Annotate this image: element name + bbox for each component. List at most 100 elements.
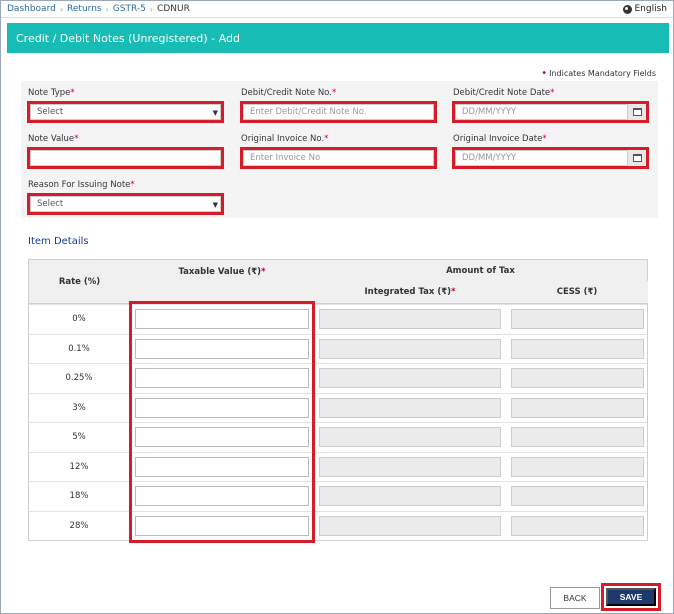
calendar-icon (632, 108, 642, 116)
back-button[interactable]: BACK (550, 587, 600, 609)
taxable-value-input[interactable] (135, 309, 309, 329)
table-row: 28% (29, 510, 647, 540)
globe-icon (622, 4, 632, 14)
reason-value: Select (37, 199, 64, 209)
required-asterisk: * (70, 88, 75, 98)
required-asterisk: * (542, 134, 547, 144)
note-type-value: Select (37, 107, 64, 117)
taxable-value-input[interactable] (135, 397, 309, 418)
cess-input (511, 456, 644, 477)
item-details-title: Item Details (28, 236, 89, 247)
breadcrumb-dashboard[interactable]: Dashboard (7, 4, 56, 14)
orig-invoice-date-input[interactable]: DD/MM/YYYY (452, 147, 649, 169)
taxable-value-input[interactable] (135, 456, 309, 477)
breadcrumb-returns[interactable]: Returns (67, 4, 102, 14)
taxable-value-input[interactable] (135, 338, 309, 359)
reason-select[interactable]: Select ▼ (27, 193, 224, 215)
integrated-tax-input (319, 309, 501, 329)
cess-input (511, 338, 644, 359)
cess-input (511, 368, 644, 388)
breadcrumb-gstr5[interactable]: GSTR-5 (113, 4, 146, 14)
integrated-tax-input (319, 397, 501, 418)
cess-input (511, 515, 644, 536)
language-selector[interactable]: English (622, 4, 668, 14)
note-value-input[interactable] (27, 147, 224, 169)
rate-cell: 12% (29, 452, 130, 481)
note-no-label: Debit/Credit Note No.* (241, 88, 336, 98)
note-value-label: Note Value* (28, 134, 78, 144)
breadcrumb-separator: › (105, 4, 109, 14)
required-asterisk: * (324, 134, 329, 144)
note-form: Note Type* Select ▼ Debit/Credit Note No… (21, 81, 658, 218)
header-taxable-value: Taxable Value (₹) * (130, 260, 315, 304)
chevron-down-icon: ▼ (212, 109, 218, 117)
note-date-input[interactable]: DD/MM/YYYY (452, 101, 649, 123)
table-row: 18% (29, 481, 647, 511)
required-asterisk: * (451, 287, 456, 297)
rate-cell: 28% (29, 511, 130, 540)
orig-invoice-no-placeholder: Enter Invoice No (250, 153, 321, 163)
top-bar: Dashboard › Returns › GSTR-5 › CDNUR Eng… (1, 1, 673, 18)
breadcrumb-separator: › (149, 4, 154, 14)
integrated-tax-input (319, 427, 501, 447)
orig-invoice-no-input[interactable]: Enter Invoice No (240, 147, 437, 169)
page-title-bar: Credit / Debit Notes (Unregistered) - Ad… (7, 23, 669, 53)
save-button[interactable]: SAVE (606, 588, 656, 606)
integrated-tax-input (319, 486, 501, 506)
cess-input (511, 427, 644, 447)
table-row: 0.25% (29, 363, 647, 393)
required-asterisk: * (331, 88, 337, 98)
note-no-input[interactable]: Enter Debit/Credit Note No. (240, 101, 437, 123)
integrated-tax-input (319, 368, 501, 388)
required-asterisk: * (550, 88, 555, 98)
table-row: 3% (29, 392, 647, 422)
cess-input (511, 309, 644, 329)
integrated-tax-input (319, 515, 501, 536)
header-cess: CESS (₹) (506, 281, 648, 304)
rate-cell: 18% (29, 482, 130, 511)
note-no-placeholder: Enter Debit/Credit Note No. (250, 107, 367, 117)
cess-input (511, 486, 644, 506)
taxable-value-input[interactable] (135, 427, 309, 447)
header-integrated-tax-text: Integrated Tax (₹) (364, 287, 452, 297)
page-title: Credit / Debit Notes (Unregistered) - Ad… (16, 31, 240, 45)
integrated-tax-input (319, 338, 501, 359)
integrated-tax-input (319, 456, 501, 477)
breadcrumb-separator: › (59, 4, 64, 14)
header-taxable-value-text: Taxable Value (₹) (178, 267, 262, 277)
note-type-label-text: Note Type (28, 88, 71, 98)
required-asterisk: * (74, 134, 79, 144)
note-type-label: Note Type* (28, 88, 75, 98)
rate-cell: 0.1% (29, 334, 130, 363)
orig-invoice-date-label-text: Original Invoice Date (453, 134, 543, 144)
header-rate-text: Rate (%) (58, 276, 101, 287)
header-rate: Rate (%) (29, 260, 131, 304)
breadcrumb-current: CDNUR (157, 4, 190, 14)
reason-label-text: Reason For Issuing Note (28, 180, 131, 190)
mandatory-note: • Indicates Mandatory Fields (541, 68, 656, 79)
calendar-button[interactable] (627, 104, 646, 120)
chevron-down-icon: ▼ (212, 201, 218, 209)
taxable-value-input[interactable] (135, 515, 309, 536)
table-row: 0.1% (29, 333, 647, 363)
note-value-label-text: Note Value (28, 134, 75, 144)
note-type-select[interactable]: Select ▼ (27, 101, 224, 123)
taxable-value-input[interactable] (135, 486, 309, 506)
header-integrated-tax: Integrated Tax (₹) * (314, 281, 507, 304)
table-row: 12% (29, 451, 647, 481)
rate-cell: 0% (29, 305, 130, 334)
required-dot-icon: • (541, 68, 548, 79)
table-row: 0% (29, 304, 647, 334)
table-row: 5% (29, 422, 647, 452)
calendar-button[interactable] (627, 150, 646, 166)
orig-invoice-no-label: Original Invoice No.* (241, 134, 328, 144)
language-label: English (634, 4, 668, 14)
note-date-label-text: Debit/Credit Note Date (453, 88, 551, 98)
mandatory-note-text: Indicates Mandatory Fields (549, 69, 656, 78)
note-no-label-text: Debit/Credit Note No. (241, 88, 332, 98)
orig-invoice-date-placeholder: DD/MM/YYYY (462, 153, 517, 163)
required-asterisk: * (261, 267, 266, 277)
item-details-table: Rate (%) Taxable Value (₹) * Amount of Ta… (28, 259, 648, 541)
calendar-icon (632, 154, 642, 162)
taxable-value-input[interactable] (135, 368, 309, 388)
